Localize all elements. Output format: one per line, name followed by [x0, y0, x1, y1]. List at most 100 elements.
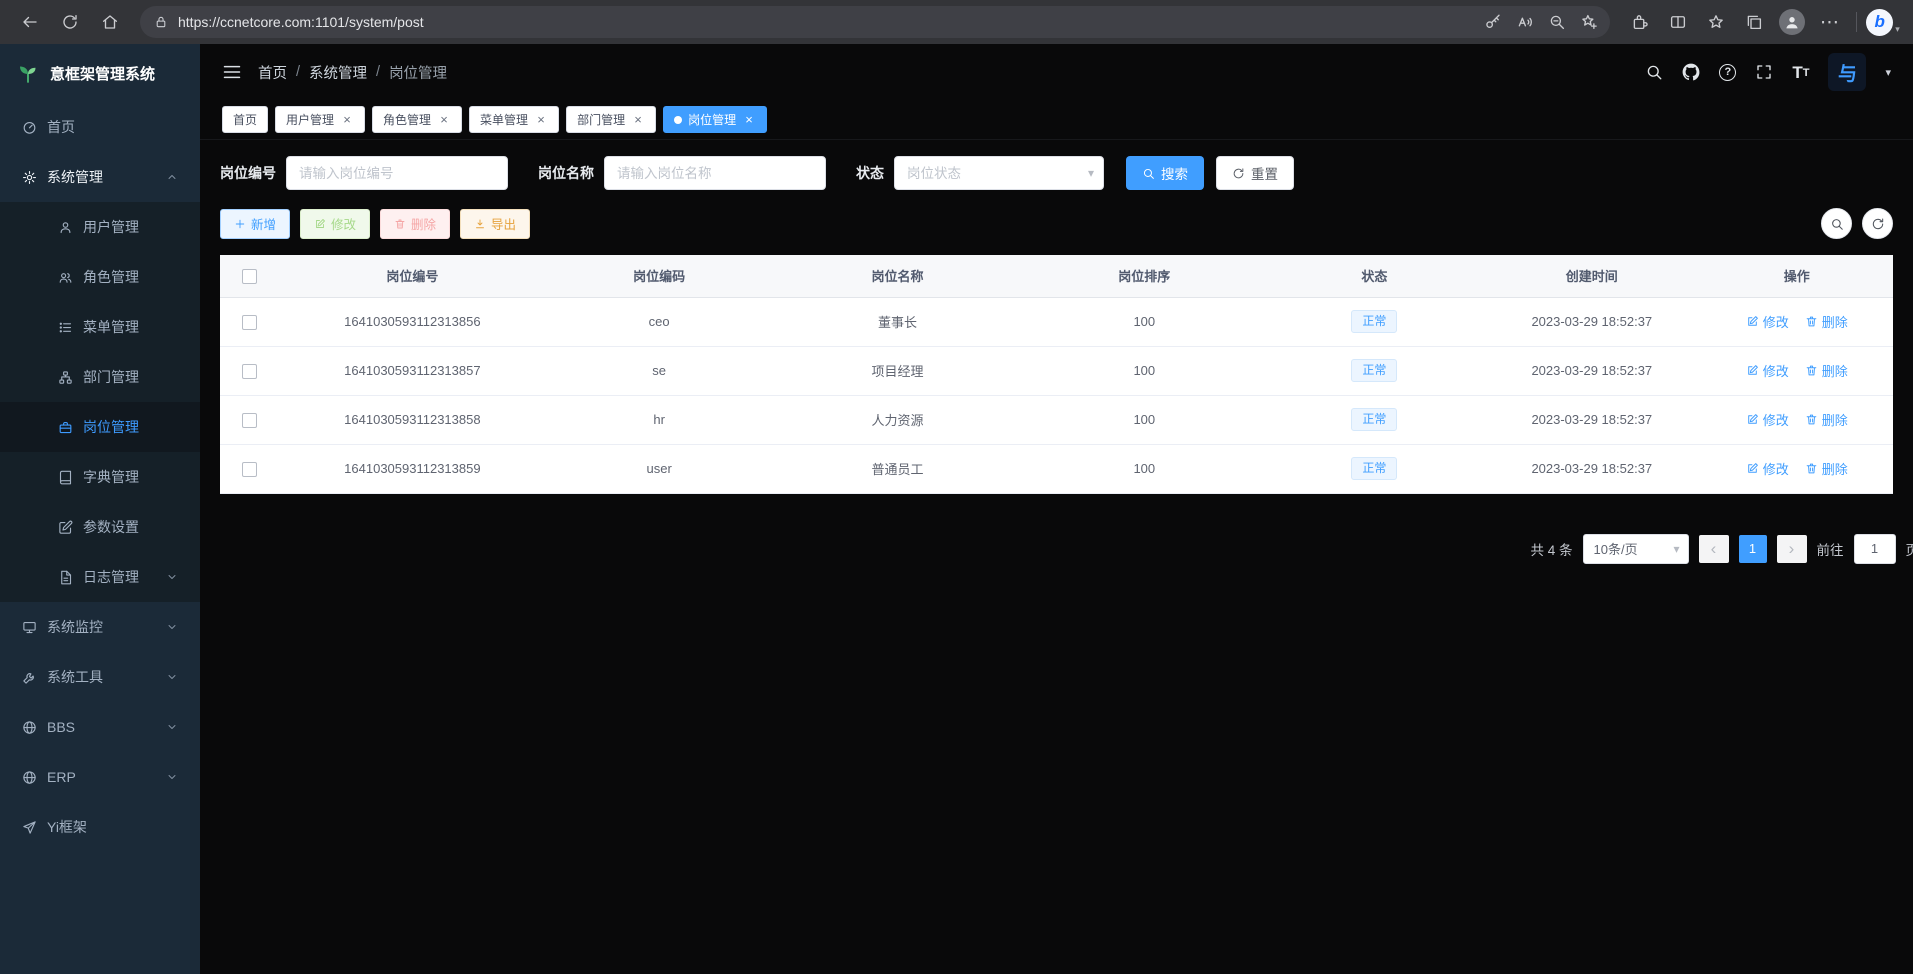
password-key-icon[interactable]: [1478, 8, 1508, 36]
sidebar-item-bbs[interactable]: BBS: [0, 702, 200, 752]
font-size-icon[interactable]: TT: [1792, 64, 1809, 81]
breadcrumb-system[interactable]: 系统管理: [309, 62, 367, 83]
sidebar-item-parameters[interactable]: 参数设置: [0, 502, 200, 552]
select-all-checkbox[interactable]: [242, 269, 257, 284]
row-edit-button[interactable]: 修改: [1746, 312, 1789, 331]
fullscreen-icon[interactable]: [1755, 63, 1773, 81]
zoom-icon[interactable]: [1542, 8, 1572, 36]
edit-button[interactable]: 修改: [300, 209, 370, 239]
delete-button[interactable]: 删除: [380, 209, 450, 239]
tab-home[interactable]: 首页: [222, 106, 268, 133]
posts-table: 岗位编号 岗位编码 岗位名称 岗位排序 状态 创建时间 操作 164103059…: [220, 255, 1893, 494]
prev-page-button[interactable]: ‹: [1699, 535, 1729, 563]
table-row: 1641030593112313856 ceo 董事长 100 正常 2023-…: [220, 297, 1893, 346]
paper-plane-icon: [22, 820, 37, 835]
post-name-input[interactable]: [604, 156, 826, 190]
search-button[interactable]: 搜索: [1126, 156, 1204, 190]
tab-posts-active[interactable]: 岗位管理 ×: [663, 106, 767, 133]
profile-avatar[interactable]: [1774, 5, 1810, 39]
favorites-bar-icon[interactable]: [1698, 5, 1734, 39]
collections-icon[interactable]: [1736, 5, 1772, 39]
row-delete-button[interactable]: 删除: [1805, 312, 1848, 331]
next-page-button[interactable]: ›: [1777, 535, 1807, 563]
row-delete-button[interactable]: 删除: [1805, 410, 1848, 429]
post-briefcase-icon: [58, 420, 73, 435]
address-bar[interactable]: https://ccnetcore.com:1101/system/post: [140, 6, 1610, 38]
tab-users[interactable]: 用户管理 ×: [275, 106, 365, 133]
refresh-table-button[interactable]: [1862, 208, 1893, 239]
sidebar-item-home[interactable]: 首页: [0, 102, 200, 152]
close-tab-icon[interactable]: ×: [340, 113, 354, 127]
row-delete-button[interactable]: 删除: [1805, 459, 1848, 478]
browser-back-button[interactable]: [12, 5, 48, 39]
trash-icon: [1805, 462, 1818, 475]
header-search-icon[interactable]: [1645, 63, 1663, 81]
row-checkbox[interactable]: [242, 364, 257, 379]
current-page-button[interactable]: 1: [1739, 535, 1767, 563]
row-edit-button[interactable]: 修改: [1746, 459, 1789, 478]
read-aloud-icon[interactable]: [1510, 8, 1540, 36]
tab-label: 岗位管理: [688, 111, 736, 128]
wrench-icon: [22, 670, 37, 685]
toggle-search-button[interactable]: [1821, 208, 1852, 239]
sidebar-item-users[interactable]: 用户管理: [0, 202, 200, 252]
browser-home-button[interactable]: [92, 5, 128, 39]
export-button[interactable]: 导出: [460, 209, 530, 239]
sidebar-item-logs[interactable]: 日志管理: [0, 552, 200, 602]
split-screen-icon[interactable]: [1660, 5, 1696, 39]
sidebar-item-roles[interactable]: 角色管理: [0, 252, 200, 302]
add-button[interactable]: 新增: [220, 209, 290, 239]
sidebar-item-posts[interactable]: 岗位管理: [0, 402, 200, 452]
row-checkbox[interactable]: [242, 413, 257, 428]
sidebar-item-tools[interactable]: 系统工具: [0, 652, 200, 702]
extensions-icon[interactable]: [1622, 5, 1658, 39]
post-management-page: 岗位编号 岗位名称 状态 ▾: [200, 140, 1913, 974]
dictionary-book-icon: [58, 470, 73, 485]
bing-icon: b: [1866, 9, 1893, 36]
sidebar-item-menus[interactable]: 菜单管理: [0, 302, 200, 352]
sidebar-item-yi-framework[interactable]: Yi框架: [0, 802, 200, 852]
sidebar-toggle-button[interactable]: [222, 62, 242, 82]
close-tab-icon[interactable]: ×: [631, 113, 645, 127]
user-menu-caret-icon[interactable]: ▾: [1885, 66, 1891, 79]
tab-menus[interactable]: 菜单管理 ×: [469, 106, 559, 133]
bing-copilot-button[interactable]: b ▾: [1865, 5, 1901, 39]
sidebar-item-monitor[interactable]: 系统监控: [0, 602, 200, 652]
sidebar-item-departments[interactable]: 部门管理: [0, 352, 200, 402]
browser-refresh-button[interactable]: [52, 5, 88, 39]
active-tab-dot: [674, 116, 682, 124]
table-row: 1641030593112313859 user 普通员工 100 正常 202…: [220, 444, 1893, 493]
row-checkbox[interactable]: [242, 315, 257, 330]
close-tab-icon[interactable]: ×: [742, 113, 756, 127]
breadcrumb-home[interactable]: 首页: [258, 62, 287, 83]
org-tree-icon: [58, 370, 73, 385]
trash-icon: [394, 218, 406, 230]
trash-icon: [1805, 364, 1818, 377]
sidebar-item-erp[interactable]: ERP: [0, 752, 200, 802]
row-delete-button[interactable]: 删除: [1805, 361, 1848, 380]
tab-departments[interactable]: 部门管理 ×: [566, 106, 656, 133]
add-favorite-icon[interactable]: [1574, 8, 1604, 36]
table-row: 1641030593112313858 hr 人力资源 100 正常 2023-…: [220, 395, 1893, 444]
post-code-input[interactable]: [286, 156, 508, 190]
help-icon[interactable]: ?: [1719, 64, 1736, 81]
user-avatar[interactable]: 与: [1828, 53, 1866, 91]
row-edit-button[interactable]: 修改: [1746, 410, 1789, 429]
sidebar-item-dictionary[interactable]: 字典管理: [0, 452, 200, 502]
github-icon[interactable]: [1682, 63, 1700, 81]
chevron-down-icon: ▾: [1673, 542, 1679, 556]
page-size-select[interactable]: 10条/页 ▾: [1583, 534, 1689, 564]
jump-page-input[interactable]: [1854, 534, 1896, 564]
close-tab-icon[interactable]: ×: [437, 113, 451, 127]
sidebar-item-system[interactable]: 系统管理: [0, 152, 200, 202]
row-edit-button[interactable]: 修改: [1746, 361, 1789, 380]
breadcrumb: 首页 / 系统管理 / 岗位管理: [258, 62, 447, 83]
more-menu-icon[interactable]: ⋯: [1812, 5, 1848, 39]
tab-roles[interactable]: 角色管理 ×: [372, 106, 462, 133]
app-logo[interactable]: 意框架管理系统: [0, 44, 200, 102]
close-tab-icon[interactable]: ×: [534, 113, 548, 127]
status-label: 状态: [856, 163, 884, 183]
reset-button[interactable]: 重置: [1216, 156, 1294, 190]
row-checkbox[interactable]: [242, 462, 257, 477]
status-select[interactable]: [894, 156, 1104, 190]
